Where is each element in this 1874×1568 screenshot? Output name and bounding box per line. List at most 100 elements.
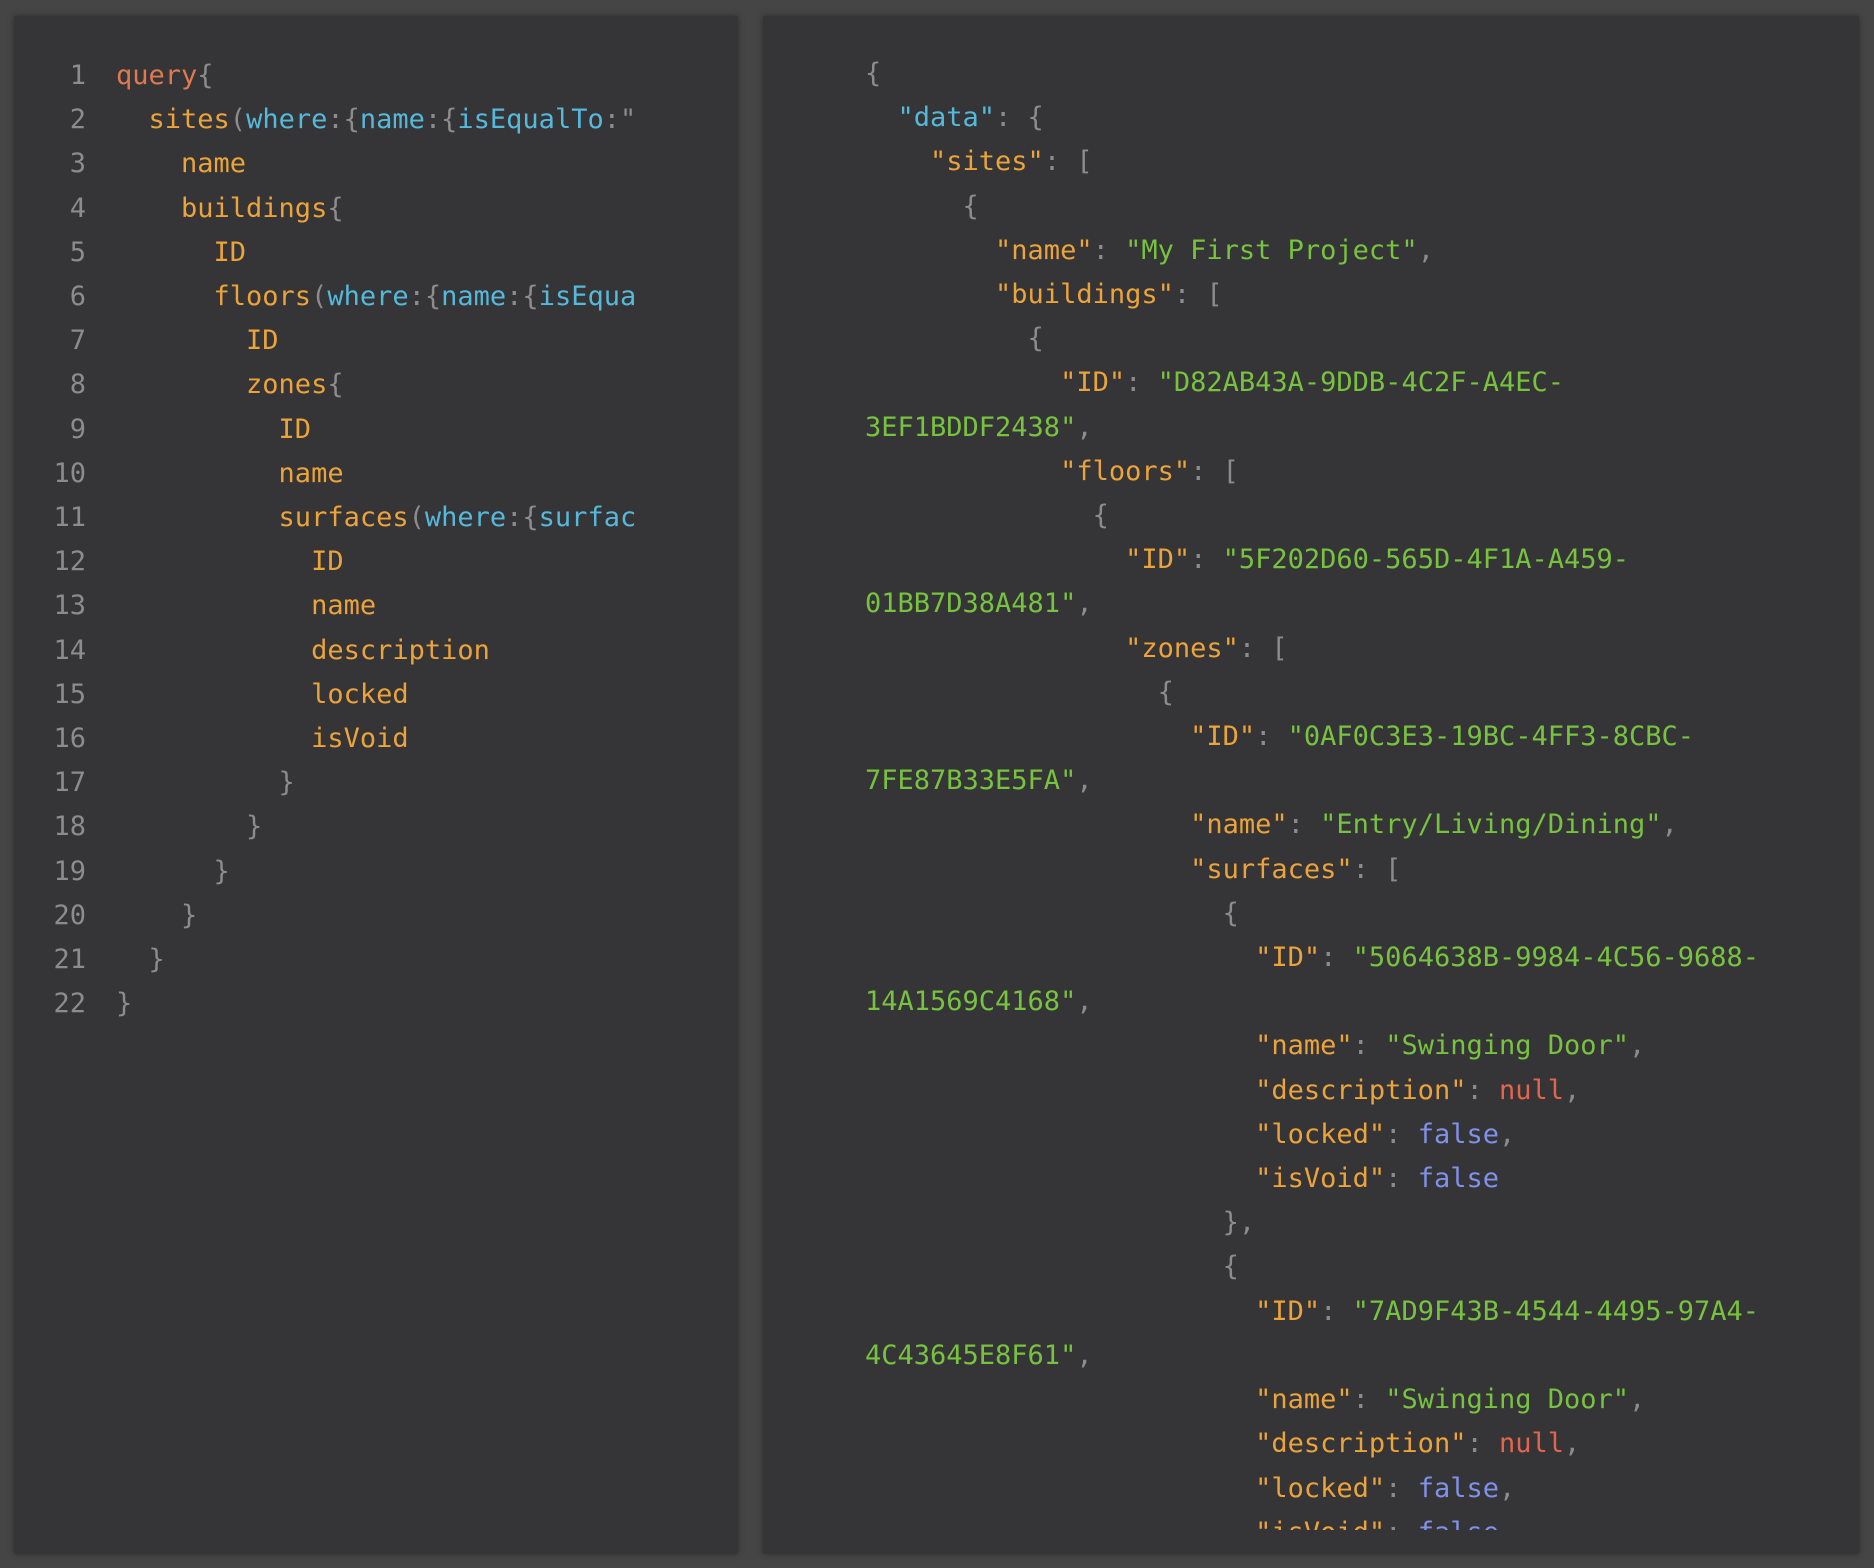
code-token: ,	[1417, 234, 1434, 266]
code-line: 4 buildings{	[14, 187, 738, 231]
code-token: "D82AB43A-9DDB-4C2F-A4EC-	[1157, 367, 1564, 399]
line-number: 17	[53, 767, 86, 799]
code-token: ,	[1076, 986, 1093, 1018]
result-line: "description": null,	[865, 1422, 1859, 1466]
code-token: false	[1418, 1517, 1499, 1530]
code-token: {	[865, 1251, 1239, 1283]
code-token: }	[116, 855, 230, 887]
code-token: :	[1287, 809, 1321, 841]
code-token: "ID"	[865, 544, 1191, 576]
code-token: {	[865, 897, 1239, 929]
code-token: "name"	[865, 1384, 1353, 1416]
code-token: "isVoid"	[865, 1163, 1386, 1195]
code-token: false	[1417, 1118, 1499, 1150]
line-number: 7	[69, 325, 86, 357]
code-token: :	[1385, 1163, 1418, 1195]
code-token: },	[865, 1207, 1256, 1239]
code-token: isVoid	[116, 723, 409, 755]
result-line: "floors": [	[865, 450, 1859, 494]
code-token: {	[865, 676, 1174, 708]
result-line: "zones": [	[865, 627, 1859, 671]
code-token: name	[441, 281, 507, 313]
code-token: false	[1417, 1163, 1499, 1195]
code-line: 14 description	[14, 629, 738, 673]
code-token: "surfaces"	[865, 853, 1353, 885]
code-token: "floors"	[865, 455, 1191, 487]
code-token: ID	[116, 413, 312, 445]
code-token: "5064638B-9984-4C56-9688-	[1352, 942, 1760, 974]
line-number: 22	[53, 988, 86, 1020]
result-line: "data": {	[865, 96, 1859, 140]
result-line: "name": "Swinging Door",	[865, 1378, 1859, 1422]
line-number: 1	[69, 60, 86, 91]
code-token: : [	[1352, 853, 1402, 885]
code-token: :{	[506, 281, 539, 313]
code-token: "data"	[865, 102, 996, 134]
line-number: 18	[53, 811, 86, 843]
result-line: "surfaces": [	[865, 848, 1859, 892]
code-token: "description"	[865, 1074, 1467, 1106]
code-token: :	[1320, 942, 1353, 974]
code-token: "Swinging Door"	[1385, 1030, 1630, 1062]
code-token: "7AD9F43B-4544-4495-97A4-	[1352, 1295, 1760, 1327]
code-token: ,	[1629, 1030, 1646, 1062]
code-line: 13 name	[14, 584, 738, 628]
code-token: ,	[1564, 1428, 1581, 1460]
code-token: "5F202D60-565D-4F1A-A459-	[1222, 544, 1630, 576]
code-token: {	[327, 369, 344, 401]
code-token: "My First Project"	[1125, 234, 1418, 266]
result-line: "locked": false,	[865, 1113, 1859, 1157]
code-token: description	[116, 634, 490, 666]
code-token: :	[1320, 1295, 1353, 1327]
code-token: :	[1255, 721, 1288, 753]
code-token: }	[116, 811, 263, 843]
line-number: 11	[53, 502, 86, 534]
code-line: 9 ID	[14, 408, 738, 452]
query-editor-pane[interactable]: 1 query{2 sites(where:{name:{isEqualTo:" 3…	[14, 16, 738, 1554]
result-scroll-area[interactable]: { "data": { "sites" : [ { "name": "My Fir…	[763, 16, 1859, 1530]
code-token: :	[1125, 367, 1158, 399]
code-token: :{	[506, 502, 539, 534]
code-token: floors	[116, 281, 312, 313]
code-token: "isVoid"	[865, 1517, 1385, 1530]
code-token: ,	[1498, 1472, 1516, 1504]
result-line: {	[865, 494, 1859, 538]
code-token: surfaces	[116, 502, 409, 534]
code-token: "Swinging Door"	[1385, 1384, 1630, 1416]
code-token: false	[1417, 1472, 1499, 1504]
result-line: "isVoid": false	[865, 1511, 1859, 1530]
result-line: 3EF1BDDF2438",	[865, 406, 1859, 450]
code-token: "sites"	[865, 146, 1044, 178]
code-token: : [	[1173, 279, 1223, 311]
code-line: 20 }	[14, 894, 738, 938]
code-line: 18 }	[14, 805, 738, 849]
code-token: isEqua	[538, 281, 637, 313]
line-number: 8	[69, 369, 86, 401]
code-token: isEqualTo	[457, 104, 604, 136]
line-number: 5	[69, 236, 86, 268]
query-editor[interactable]: 1 query{2 sites(where:{name:{isEqualTo:" 3…	[14, 54, 738, 1026]
line-number: 10	[53, 457, 86, 489]
result-line: "ID": "0AF0C3E3-19BC-4FF3-8CBC-	[865, 715, 1859, 759]
code-line: 7 ID	[14, 319, 738, 363]
result-line: "ID": "7AD9F43B-4544-4495-97A4-	[865, 1290, 1859, 1334]
line-number: 21	[53, 944, 86, 976]
code-token: 7FE87B33E5FA"	[865, 765, 1077, 797]
code-token: where	[424, 502, 507, 534]
code-token: "ID"	[865, 721, 1256, 753]
code-token: }	[116, 988, 133, 1020]
code-line: 5 ID	[14, 231, 738, 275]
code-line: 15 locked	[14, 673, 738, 717]
code-token: :	[1385, 1472, 1418, 1504]
code-token: (	[408, 502, 425, 534]
line-number: 6	[69, 281, 86, 313]
result-viewer-pane[interactable]: { "data": { "sites" : [ { "name": "My Fir…	[763, 16, 1859, 1554]
line-number: 2	[69, 104, 86, 136]
code-token: : [	[1238, 632, 1288, 664]
code-token: (	[229, 104, 247, 136]
code-token: ID	[116, 236, 247, 268]
code-token: :{	[424, 104, 458, 136]
code-token: "ID"	[865, 942, 1321, 974]
code-token: :	[1385, 1118, 1418, 1150]
code-token: :	[1092, 234, 1126, 266]
